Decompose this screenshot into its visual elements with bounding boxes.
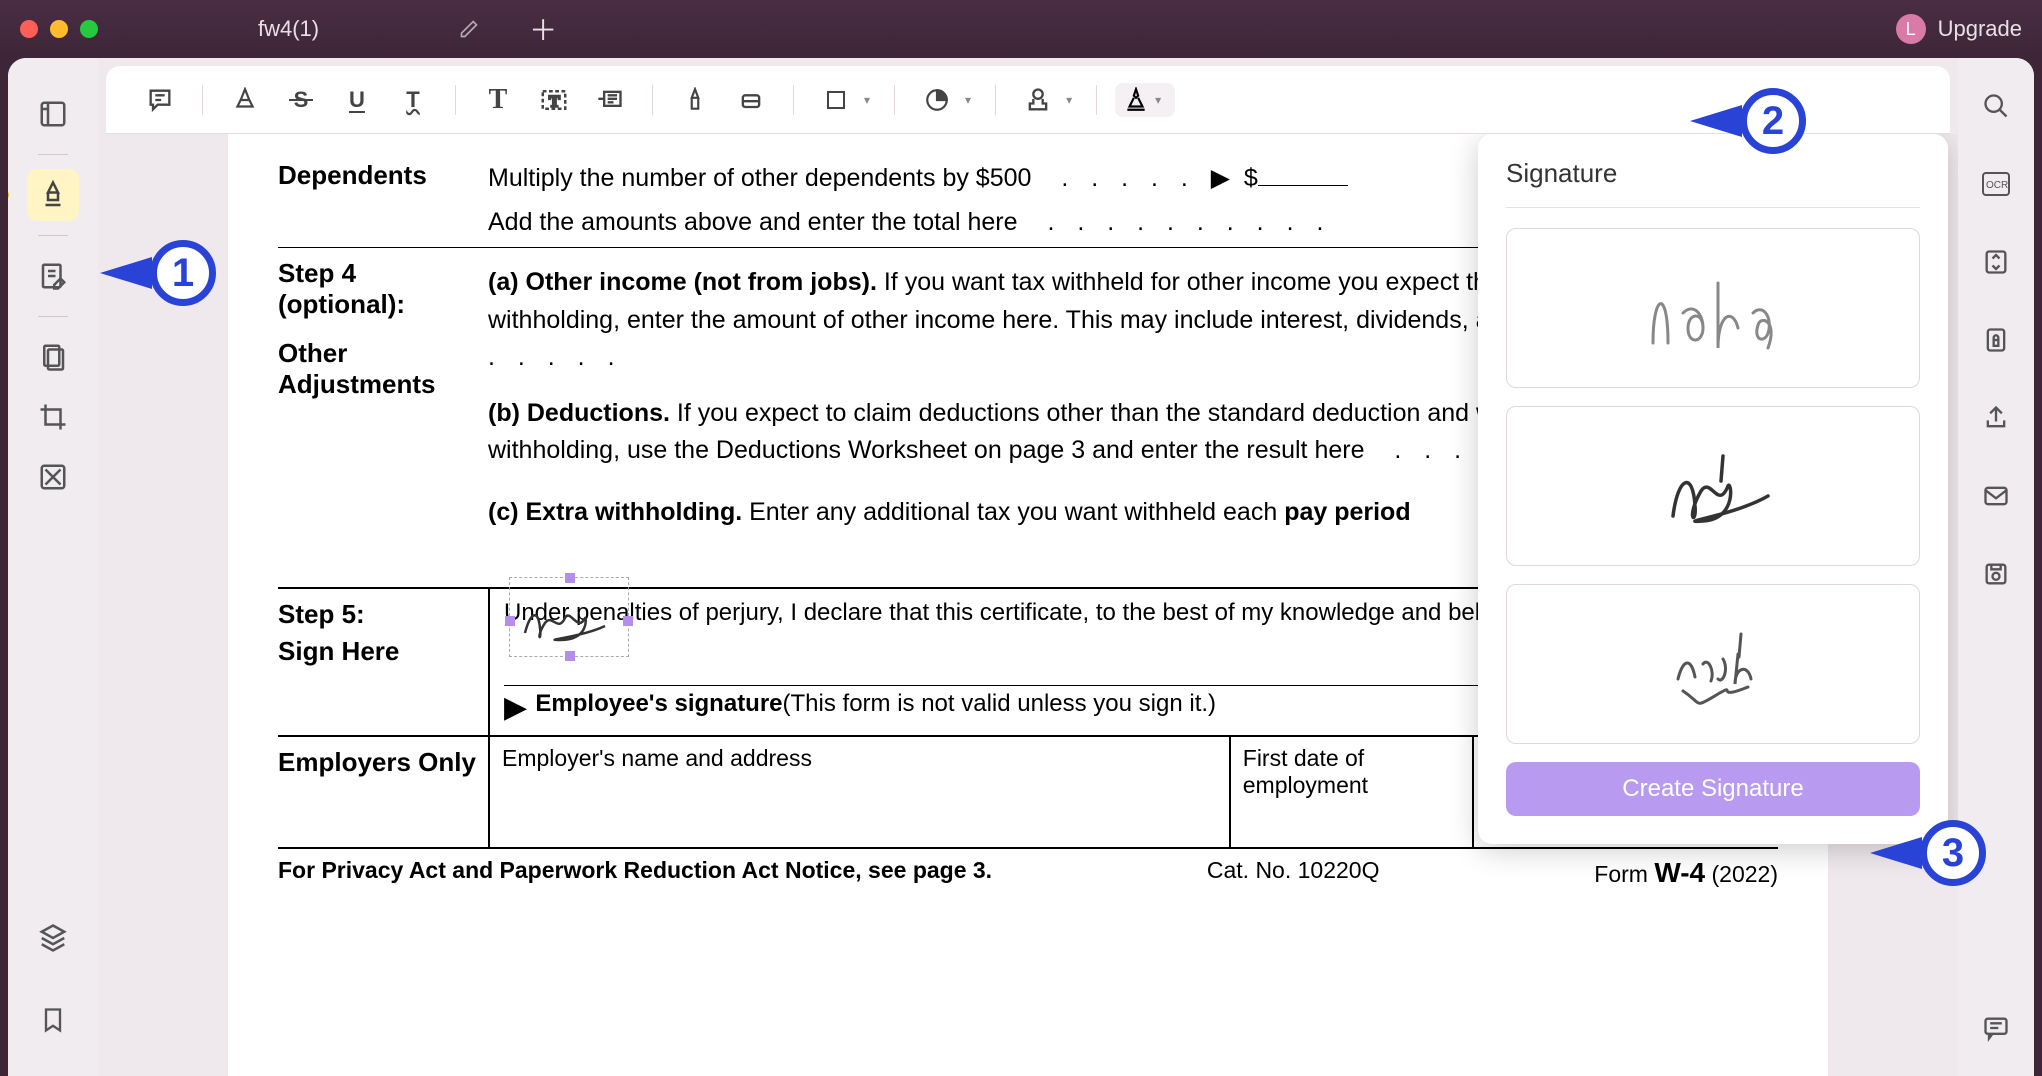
left-sidebar (8, 58, 98, 1076)
svg-text:OCR: OCR (1986, 180, 2008, 191)
callout-1: 1 (100, 240, 216, 306)
svg-text:T: T (549, 92, 560, 110)
other-adjustments-label: Other Adjustments (278, 338, 488, 400)
strikethrough-tool-icon[interactable]: S (277, 76, 325, 124)
callout-tool-icon[interactable] (586, 76, 634, 124)
edit-text-icon[interactable] (27, 250, 79, 302)
signature-panel-title: Signature (1506, 158, 1920, 189)
shape-style-icon[interactable] (913, 76, 961, 124)
rename-tab-icon[interactable] (459, 19, 479, 39)
annotation-toolbar: S U T T T ▾ ▾ ▾ ▾ (106, 66, 1950, 134)
thumbnails-icon[interactable] (27, 88, 79, 140)
chevron-down-icon[interactable]: ▾ (864, 93, 870, 107)
signature-option[interactable] (1506, 406, 1920, 566)
textbox-tool-icon[interactable]: T (530, 76, 578, 124)
add-line-text: Add the amounts above and enter the tota… (488, 204, 1018, 242)
note-tool-icon[interactable] (136, 76, 184, 124)
lock-icon[interactable] (1976, 320, 2016, 360)
upgrade-label: Upgrade (1938, 16, 2022, 42)
signature-panel: Signature Create Signature (1478, 134, 1948, 844)
privacy-notice: For Privacy Act and Paperwork Reduction … (278, 857, 992, 889)
signature-option[interactable] (1506, 584, 1920, 744)
app-body: S U T T T ▾ ▾ ▾ ▾ Dependen (8, 58, 2034, 1076)
annotate-tool-icon[interactable] (27, 169, 79, 221)
dependents-label: Dependents (278, 154, 488, 247)
placed-signature[interactable] (509, 577, 629, 657)
chevron-down-icon: ▾ (1155, 93, 1161, 107)
user-avatar[interactable]: L (1896, 14, 1926, 44)
stamp-tool-icon[interactable] (1014, 76, 1062, 124)
first-date-cell[interactable]: First date of employment (1229, 737, 1473, 847)
highlight-tool-icon[interactable] (221, 76, 269, 124)
right-sidebar: OCR (1958, 58, 2034, 1076)
step4-label: Step 4 (optional): (278, 258, 488, 320)
mail-icon[interactable] (1976, 476, 2016, 516)
share-icon[interactable] (1976, 398, 2016, 438)
perjury-text: Under penalties of perjury, I declare th… (504, 599, 1536, 626)
ocr-icon[interactable]: OCR (1976, 164, 2016, 204)
document-tab[interactable]: fw4(1) (238, 8, 499, 50)
chevron-down-icon[interactable]: ▾ (1066, 93, 1072, 107)
squiggly-tool-icon[interactable]: T (389, 76, 437, 124)
page-tools-icon[interactable] (27, 331, 79, 383)
employers-only-label: Employers Only (278, 737, 488, 847)
layers-icon[interactable] (27, 912, 79, 964)
bookmark-icon[interactable] (27, 994, 79, 1046)
minimize-window-button[interactable] (50, 20, 68, 38)
sign-here-label: Sign Here (278, 636, 488, 667)
signature-tool-button[interactable]: ▾ (1115, 83, 1175, 117)
upgrade-area[interactable]: L Upgrade (1896, 14, 2022, 44)
underline-tool-icon[interactable]: U (333, 76, 381, 124)
text-tool-icon[interactable]: T (474, 76, 522, 124)
multiply-line-text: Multiply the number of other dependents … (488, 160, 1031, 198)
new-tab-button[interactable]: ＋ (529, 9, 557, 49)
employer-name-cell[interactable]: Employer's name and address (488, 737, 1229, 847)
crop-icon[interactable] (27, 391, 79, 443)
catalog-number: Cat. No. 10220Q (1207, 857, 1380, 889)
create-signature-button[interactable]: Create Signature (1506, 762, 1920, 816)
comments-panel-icon[interactable] (1976, 1008, 2016, 1048)
step5-label: Step 5: (278, 599, 488, 630)
chevron-down-icon[interactable]: ▾ (965, 93, 971, 107)
eraser-tool-icon[interactable] (727, 76, 775, 124)
maximize-window-button[interactable] (80, 20, 98, 38)
window-controls (20, 20, 98, 38)
tab-title: fw4(1) (258, 16, 319, 42)
title-bar: fw4(1) ＋ L Upgrade (0, 0, 2042, 58)
save-icon[interactable] (1976, 554, 2016, 594)
document-scroll[interactable]: Dependents Multiply the number of other … (98, 134, 1958, 1076)
dollar-input[interactable] (1258, 185, 1348, 186)
form-identifier: Form W-4 (2022) (1594, 857, 1778, 889)
search-icon[interactable] (1976, 86, 2016, 126)
pencil-tool-icon[interactable] (671, 76, 719, 124)
callout-2: 2 (1690, 88, 1806, 154)
main-area: S U T T T ▾ ▾ ▾ ▾ Dependen (98, 58, 1958, 1076)
redact-icon[interactable] (27, 451, 79, 503)
callout-3: 3 (1870, 820, 1986, 886)
convert-icon[interactable] (1976, 242, 2016, 282)
signature-option[interactable] (1506, 228, 1920, 388)
shape-tool-icon[interactable] (812, 76, 860, 124)
close-window-button[interactable] (20, 20, 38, 38)
